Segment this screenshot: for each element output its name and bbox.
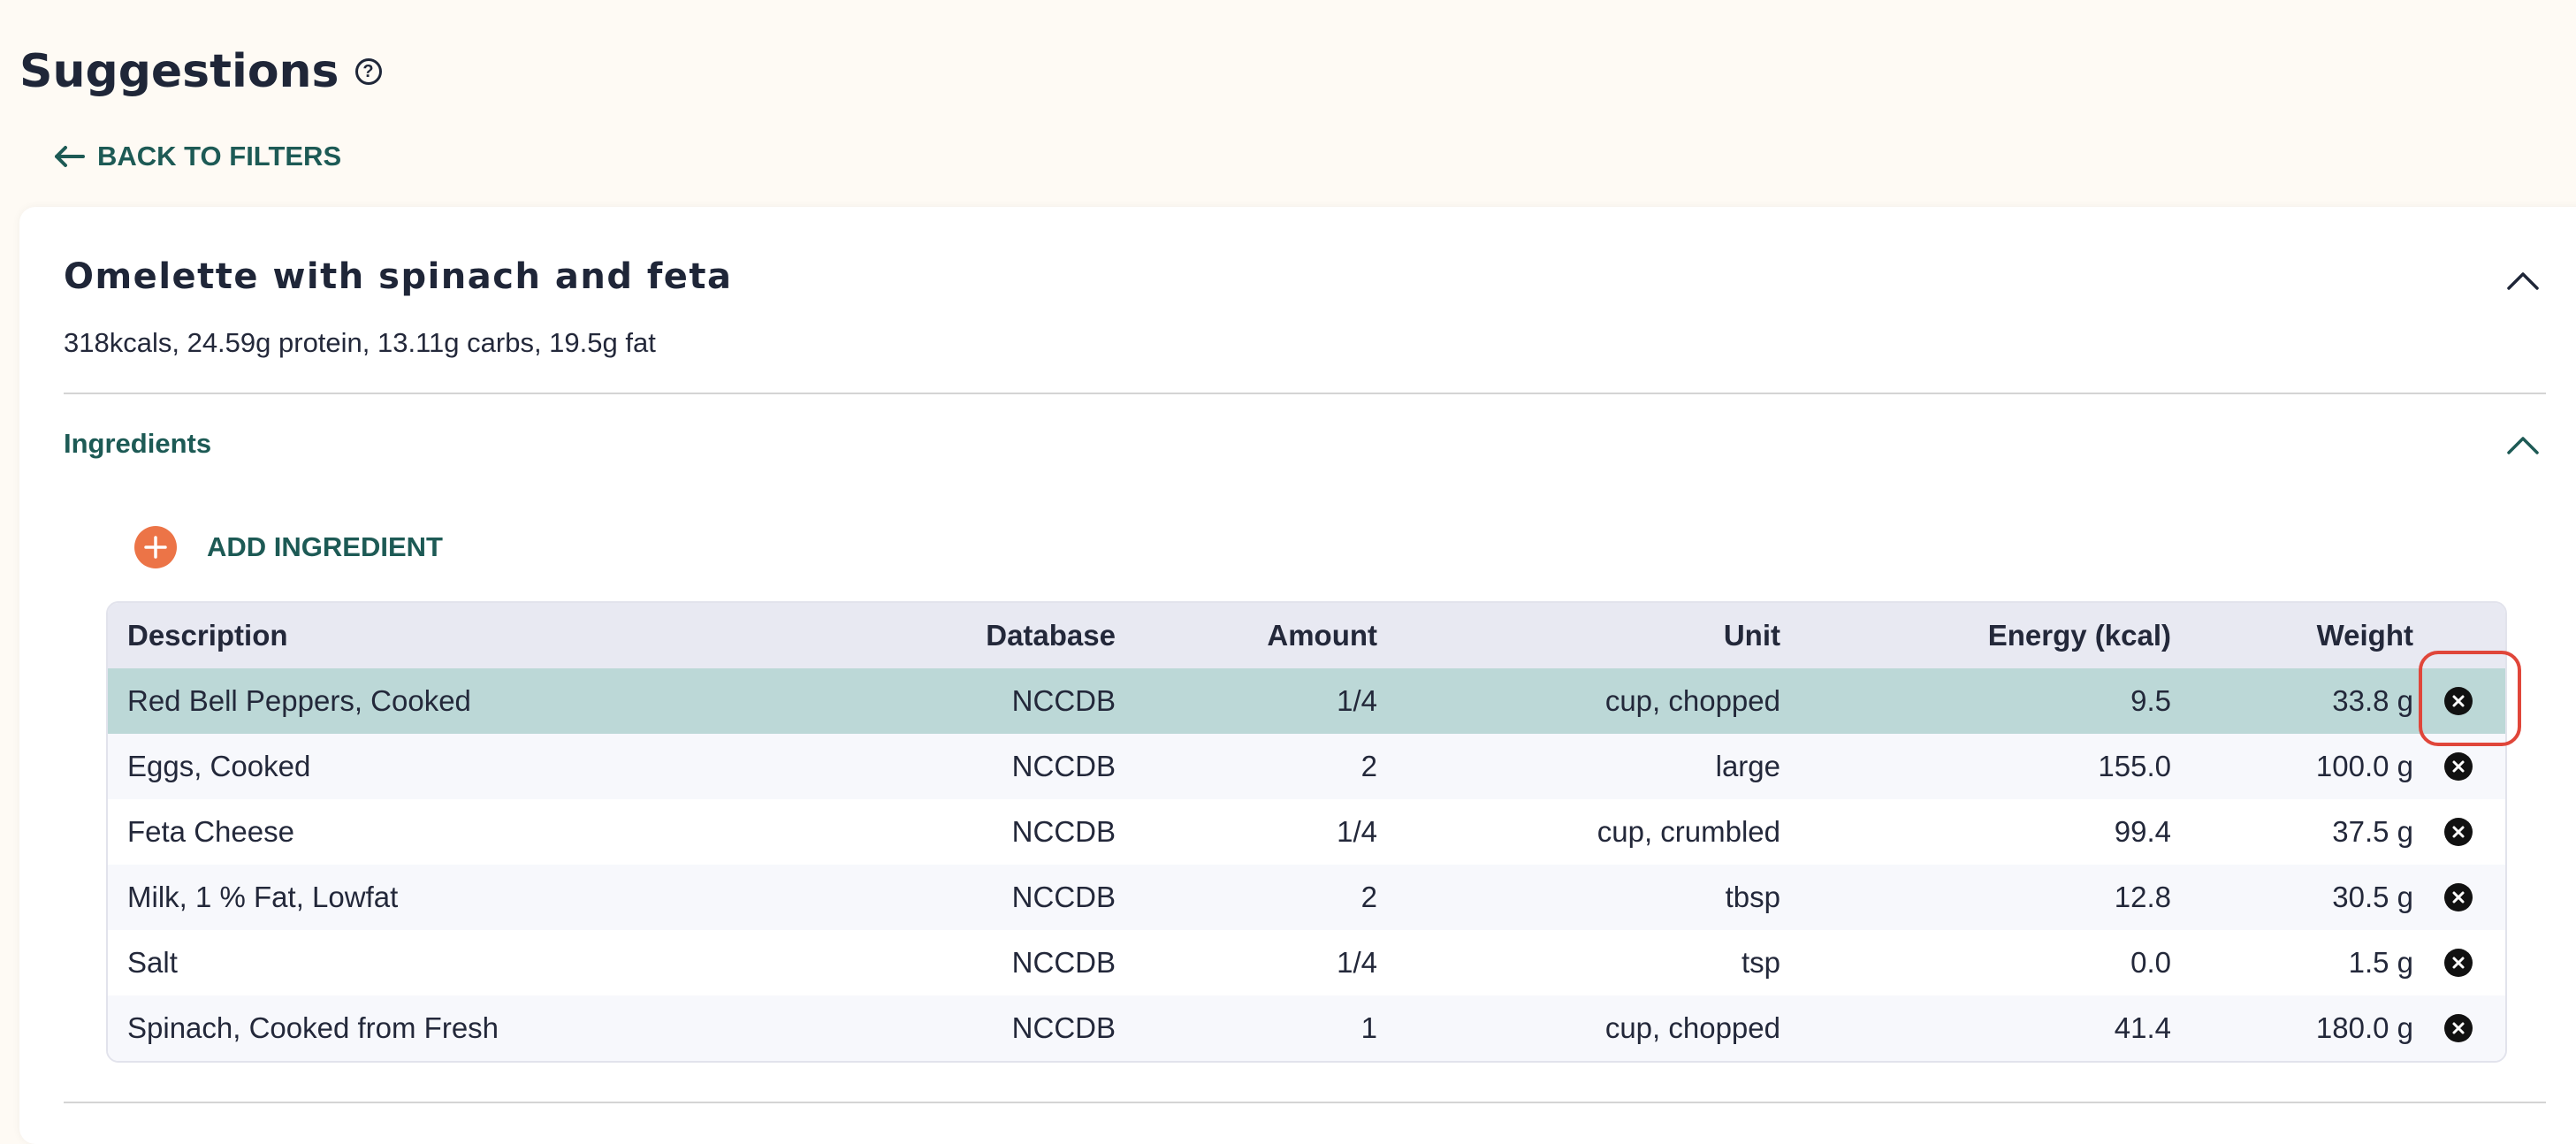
back-to-filters-link[interactable]: BACK TO FILTERS	[53, 137, 341, 176]
recipe-nutrition-summary: 318kcals, 24.59g protein, 13.11g carbs, …	[64, 327, 656, 358]
cell-unit: tbsp	[1725, 881, 1780, 913]
table-row[interactable]: Eggs, Cooked NCCDB 2 large 155.0 100.0 g	[108, 734, 2505, 799]
cell-description: Milk, 1 % Fat, Lowfat	[127, 881, 399, 913]
cell-amount: 1/4	[1337, 815, 1377, 848]
cell-description: Red Bell Peppers, Cooked	[127, 684, 471, 717]
cell-database: NCCDB	[1011, 815, 1116, 848]
plus-icon	[134, 526, 177, 568]
cell-unit: cup, crumbled	[1597, 815, 1780, 848]
page-header: Suggestions ?	[19, 39, 382, 104]
cell-amount: 1/4	[1337, 946, 1377, 979]
recipe-card: Omelette with spinach and feta 318kcals,…	[19, 207, 2576, 1144]
cell-unit: cup, chopped	[1604, 1011, 1780, 1044]
remove-ingredient-x-circle-icon[interactable]	[2444, 1014, 2473, 1042]
cell-amount: 1/4	[1337, 684, 1377, 717]
divider	[64, 1102, 2546, 1103]
cell-energy: 99.4	[2114, 815, 2171, 848]
back-to-filters-label: BACK TO FILTERS	[97, 141, 342, 172]
cell-unit: large	[1715, 750, 1780, 782]
table-row[interactable]: Spinach, Cooked from Fresh NCCDB 1 cup, …	[108, 995, 2505, 1061]
cell-database: NCCDB	[1011, 684, 1116, 717]
remove-ingredient-x-circle-icon[interactable]	[2444, 883, 2473, 911]
cell-weight: 33.8 g	[2332, 684, 2413, 717]
cell-weight: 1.5 g	[2348, 946, 2413, 979]
add-ingredient-label: ADD INGREDIENT	[207, 531, 443, 562]
highlight-annotation-box	[2419, 651, 2521, 746]
question-circle-icon[interactable]: ?	[354, 58, 382, 85]
cell-weight: 180.0 g	[2315, 1011, 2413, 1044]
cell-amount: 2	[1360, 881, 1377, 913]
cell-description: Feta Cheese	[127, 815, 294, 848]
table-header: Description Database Amount Unit Energy …	[108, 603, 2505, 668]
table-row[interactable]: Milk, 1 % Fat, Lowfat NCCDB 2 tbsp 12.8 …	[108, 865, 2505, 930]
remove-ingredient-x-circle-icon[interactable]	[2444, 818, 2473, 846]
cell-database: NCCDB	[1011, 881, 1116, 913]
column-header-description: Description	[127, 619, 288, 652]
cell-database: NCCDB	[1011, 750, 1116, 782]
cell-energy: 0.0	[2130, 946, 2171, 979]
cell-database: NCCDB	[1011, 1011, 1116, 1044]
remove-ingredient-x-circle-icon[interactable]	[2444, 752, 2473, 781]
column-header-amount: Amount	[1267, 619, 1377, 652]
cell-weight: 30.5 g	[2332, 881, 2413, 913]
column-header-database: Database	[986, 619, 1116, 652]
cell-energy: 41.4	[2114, 1011, 2171, 1044]
cell-description: Eggs, Cooked	[127, 750, 311, 782]
column-header-unit: Unit	[1723, 619, 1780, 652]
cell-energy: 155.0	[2098, 750, 2171, 782]
table-row[interactable]: Red Bell Peppers, Cooked NCCDB 1/4 cup, …	[108, 668, 2505, 734]
cell-amount: 2	[1360, 750, 1377, 782]
cell-unit: cup, chopped	[1604, 684, 1780, 717]
cell-energy: 9.5	[2130, 684, 2171, 717]
cell-energy: 12.8	[2114, 881, 2171, 913]
table-row[interactable]: Salt NCCDB 1/4 tsp 0.0 1.5 g	[108, 930, 2505, 995]
table-row[interactable]: Feta Cheese NCCDB 1/4 cup, crumbled 99.4…	[108, 799, 2505, 865]
ingredients-section-toggle[interactable]: Ingredients	[64, 428, 211, 460]
cell-description: Salt	[127, 946, 178, 979]
divider	[64, 393, 2546, 394]
cell-description: Spinach, Cooked from Fresh	[127, 1011, 499, 1044]
cell-database: NCCDB	[1011, 946, 1116, 979]
arrow-left-icon	[55, 146, 85, 167]
recipe-title: Omelette with spinach and feta	[64, 256, 733, 297]
column-header-weight: Weight	[2316, 619, 2413, 652]
cell-weight: 37.5 g	[2332, 815, 2413, 848]
remove-ingredient-x-circle-icon[interactable]	[2444, 949, 2473, 977]
column-header-energy: Energy (kcal)	[1987, 619, 2171, 652]
collapse-ingredients-chevron-up-icon[interactable]	[2502, 424, 2544, 467]
add-ingredient-button[interactable]: ADD INGREDIENT	[134, 526, 443, 568]
cell-weight: 100.0 g	[2315, 750, 2413, 782]
ingredients-table: Description Database Amount Unit Energy …	[106, 601, 2507, 1063]
cell-unit: tsp	[1741, 946, 1780, 979]
collapse-recipe-chevron-up-icon[interactable]	[2502, 260, 2544, 302]
cell-amount: 1	[1360, 1011, 1377, 1044]
page-title: Suggestions	[19, 45, 339, 98]
